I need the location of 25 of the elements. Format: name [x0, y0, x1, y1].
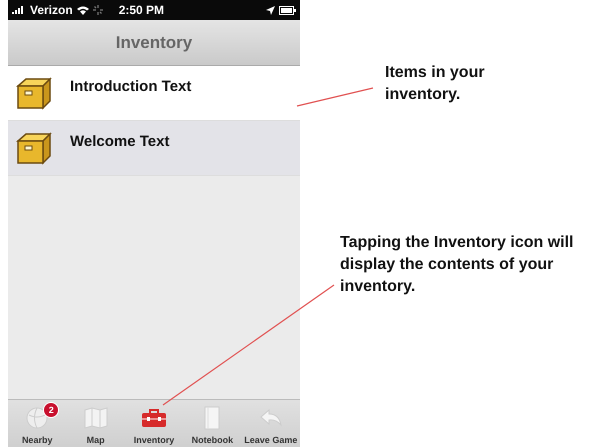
battery-icon — [279, 6, 296, 14]
notebook-icon — [204, 406, 220, 430]
status-time: 2:50 PM — [118, 3, 164, 17]
annotation-text: Items in your inventory. — [385, 63, 486, 105]
globe-icon — [25, 406, 50, 430]
tab-button[interactable]: Notebook — [183, 400, 242, 447]
inventory-item[interactable]: Welcome Text — [8, 121, 300, 176]
location-icon — [266, 6, 275, 14]
box-icon — [16, 76, 52, 110]
back-arrow-icon — [260, 409, 282, 427]
annotation-text: Tapping the Inventory icon will display the contents of your inventory. — [340, 233, 574, 297]
tab-button[interactable]: Leave Game — [242, 400, 300, 447]
inventory-item[interactable]: Introduction Text — [8, 66, 300, 121]
map-icon — [84, 407, 108, 429]
spinner-icon — [92, 5, 103, 15]
box-icon — [16, 131, 52, 165]
wifi-icon — [76, 6, 89, 14]
tab-button[interactable]: Inventory — [124, 400, 184, 447]
nav-title: Inventory — [116, 32, 192, 52]
notification-badge: 2 — [43, 402, 60, 418]
tab-button[interactable]: 2 Nearby — [8, 400, 66, 447]
signal-icon — [12, 6, 26, 14]
tab-button[interactable]: Map — [66, 400, 125, 447]
toolbox-icon — [141, 408, 168, 428]
carrier-name: Verizon — [30, 3, 73, 17]
